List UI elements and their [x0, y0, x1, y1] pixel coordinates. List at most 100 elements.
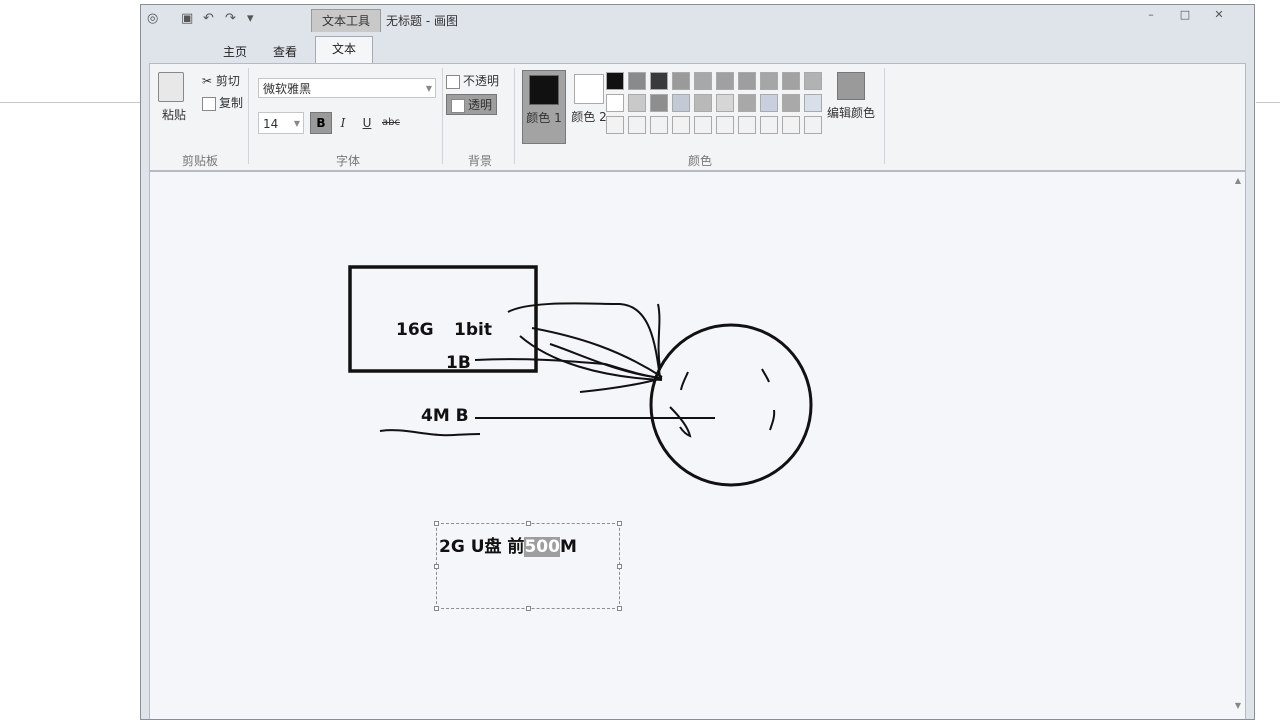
edit-colors-button[interactable]: 编辑颜色 — [826, 72, 876, 121]
ribbon-tabs: 主页 查看 文本 ? — [141, 33, 1254, 83]
palette-swatch[interactable] — [694, 72, 712, 90]
text-edit-box[interactable]: 2G U盘 前500M — [434, 521, 622, 611]
drawing-canvas[interactable]: ▲ ▼ 16G 1bit 1B 4M B 2G U盘 前500M — [149, 171, 1246, 719]
palette-swatch[interactable] — [606, 116, 624, 134]
palette-swatch[interactable] — [650, 116, 668, 134]
save-icon[interactable]: ▣ — [181, 11, 193, 26]
background-divider-right — [1256, 102, 1280, 103]
resize-handle[interactable] — [434, 606, 439, 611]
color1-button[interactable]: 颜色 1 — [522, 70, 566, 144]
palette-swatch[interactable] — [804, 116, 822, 134]
palette-swatch[interactable] — [628, 94, 646, 112]
resize-handle[interactable] — [617, 606, 622, 611]
color-palette — [606, 72, 822, 134]
palette-swatch[interactable] — [760, 116, 778, 134]
group-separator — [514, 68, 515, 164]
color2-button[interactable]: 颜色 2 — [568, 70, 610, 142]
ribbon: 粘贴 ✂ 剪切 复制 剪贴板 微软雅黑 ▼ 14 ▼ B I U abc 字体 不透… — [149, 63, 1246, 171]
resize-handle[interactable] — [434, 521, 439, 526]
tab-text[interactable]: 文本 — [315, 36, 373, 65]
palette-swatch[interactable] — [694, 116, 712, 134]
redo-icon[interactable]: ↷ — [225, 11, 236, 26]
window-title: 无标题 - 画图 — [386, 14, 458, 28]
palette-swatch[interactable] — [694, 94, 712, 112]
tab-view[interactable]: 查看 — [273, 43, 297, 60]
maximize-button[interactable]: □ — [1175, 7, 1195, 23]
palette-swatch[interactable] — [716, 94, 734, 112]
palette-swatch[interactable] — [760, 94, 778, 112]
scissors-icon: ✂ — [202, 74, 213, 88]
palette-swatch[interactable] — [650, 94, 668, 112]
font-size-select[interactable]: 14 ▼ — [258, 112, 304, 134]
drawn-circle — [649, 323, 813, 487]
palette-swatch[interactable] — [782, 94, 800, 112]
palette-swatch[interactable] — [716, 116, 734, 134]
selected-text: 500 — [524, 537, 560, 557]
palette-swatch[interactable] — [738, 116, 756, 134]
group-label-background: 背景 — [468, 154, 493, 168]
customize-qa-icon[interactable]: ▾ — [247, 11, 254, 26]
copy-button[interactable]: 复制 — [202, 94, 243, 111]
palette-swatch[interactable] — [760, 72, 778, 90]
palette-swatch[interactable] — [672, 116, 690, 134]
resize-handle[interactable] — [526, 521, 531, 526]
color2-swatch — [574, 74, 604, 104]
minimize-button[interactable]: – — [1141, 7, 1161, 23]
resize-handle[interactable] — [434, 564, 439, 569]
drawn-mark — [769, 409, 776, 431]
resize-handle[interactable] — [617, 521, 622, 526]
text-box-content[interactable]: 2G U盘 前500M — [439, 532, 577, 557]
undo-icon[interactable]: ↶ — [203, 11, 214, 26]
italic-button[interactable]: I — [332, 112, 354, 134]
palette-swatch[interactable] — [738, 72, 756, 90]
clipboard-icon[interactable] — [158, 72, 184, 102]
palette-swatch[interactable] — [606, 72, 624, 90]
group-label-font: 字体 — [336, 154, 361, 168]
palette-swatch[interactable] — [628, 116, 646, 134]
drawn-rectangle — [348, 265, 538, 373]
palette-swatch[interactable] — [650, 72, 668, 90]
opaque-icon — [446, 74, 460, 89]
palette-swatch[interactable] — [782, 72, 800, 90]
title-bar: ◎ ▣ ↶ ↷ ▾ 文本工具 无标题 - 画图 – □ ✕ — [141, 5, 1254, 33]
cut-button[interactable]: ✂ 剪切 — [202, 72, 240, 89]
transparent-icon — [451, 98, 465, 113]
drawn-mark — [669, 406, 692, 438]
palette-swatch[interactable] — [716, 72, 734, 90]
font-family-select[interactable]: 微软雅黑 ▼ — [258, 78, 436, 98]
underline-button[interactable]: U — [356, 112, 378, 134]
palette-swatch[interactable] — [672, 94, 690, 112]
palette-swatch[interactable] — [738, 94, 756, 112]
drawing-strokes — [348, 265, 813, 487]
edit-colors-icon — [837, 72, 865, 100]
tab-home[interactable]: 主页 — [223, 43, 247, 60]
palette-swatch[interactable] — [782, 116, 800, 134]
paint-menu-icon[interactable]: ◎ — [147, 11, 158, 26]
color1-swatch — [529, 75, 559, 105]
group-separator — [884, 68, 885, 164]
palette-swatch[interactable] — [628, 72, 646, 90]
palette-swatch[interactable] — [804, 94, 822, 112]
canvas-label-4mb: 4M B — [421, 406, 469, 426]
group-label-colors: 颜色 — [688, 154, 713, 168]
palette-swatch[interactable] — [804, 72, 822, 90]
opaque-option[interactable]: 不透明 — [446, 72, 499, 89]
palette-swatch[interactable] — [672, 72, 690, 90]
chevron-down-icon: ▼ — [425, 84, 432, 93]
close-button[interactable]: ✕ — [1209, 7, 1229, 23]
paste-button[interactable]: 粘贴 — [162, 106, 186, 123]
group-separator — [248, 68, 249, 164]
canvas-label-1bit: 1bit — [454, 320, 492, 340]
canvas-label-16g: 16G — [396, 320, 434, 340]
transparent-option[interactable]: 透明 — [446, 94, 498, 115]
drawn-underline — [379, 429, 481, 437]
drawn-mark — [761, 368, 770, 383]
drawn-curve — [657, 303, 661, 369]
paint-window: ◎ ▣ ↶ ↷ ▾ 文本工具 无标题 - 画图 – □ ✕ 主页 查看 文本 ?… — [140, 4, 1255, 720]
strikethrough-button[interactable]: abc — [378, 112, 404, 134]
bold-button[interactable]: B — [310, 112, 332, 134]
palette-swatch[interactable] — [606, 94, 624, 112]
resize-handle[interactable] — [526, 606, 531, 611]
background-divider-left — [0, 102, 140, 103]
resize-handle[interactable] — [617, 564, 622, 569]
